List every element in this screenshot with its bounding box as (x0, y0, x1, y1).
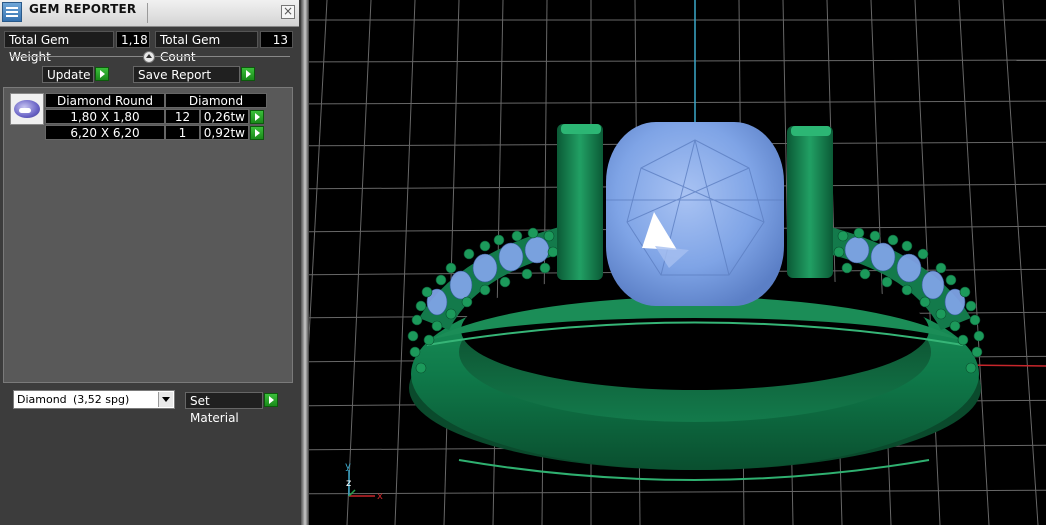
gem-shape-header: Diamond Round (45, 93, 165, 108)
total-gem-weight-value: 1,18 (116, 31, 150, 48)
gem-row-play-arrow-icon[interactable] (250, 110, 264, 124)
title-bar: GEM REPORTER × (0, 0, 299, 27)
gem-row-size: 6,20 X 6,20 (45, 125, 165, 140)
axis-gizmo: y z x (345, 461, 383, 502)
set-material-button[interactable]: Set Material (185, 392, 263, 425)
title-separator (147, 3, 148, 23)
gem-row-weight: 0,92tw (200, 125, 249, 140)
material-select[interactable]: Diamond (3,52 spg) (13, 390, 175, 409)
close-icon[interactable]: × (281, 5, 295, 19)
gem-material-header: Diamond (165, 93, 267, 108)
save-report-play-arrow-icon[interactable] (241, 67, 255, 81)
gem-row-count: 1 (165, 125, 200, 140)
panel-splitter[interactable] (301, 0, 309, 525)
total-gem-weight-label: Total Gem Weight (4, 31, 114, 64)
set-material-play-arrow-icon[interactable] (264, 393, 278, 407)
material-select-density: (3,52 spg) (73, 393, 130, 406)
total-gem-count-value: 13 (260, 31, 293, 48)
ring-model[interactable] (407, 122, 985, 481)
viewport-canvas: y z x (309, 0, 1046, 525)
axis-z-label: z (346, 478, 351, 489)
material-select-name: Diamond (17, 393, 67, 406)
update-button[interactable]: Update (42, 66, 94, 83)
gem-reporter-app-icon (2, 2, 22, 22)
center-diamond (606, 122, 784, 306)
3d-viewport[interactable]: y z x (309, 0, 1046, 525)
gem-row-weight: 0,26tw (200, 109, 249, 124)
chevron-down-icon[interactable] (158, 392, 173, 407)
save-report-button[interactable]: Save Report (133, 66, 240, 83)
total-gem-count-label: Total Gem Count (155, 31, 258, 64)
collapse-arrow-icon[interactable] (143, 51, 155, 63)
axis-y-label: y (345, 461, 351, 472)
gem-row-size: 1,80 X 1,80 (45, 109, 165, 124)
update-play-arrow-icon[interactable] (95, 67, 109, 81)
round-diamond-icon[interactable] (10, 93, 44, 125)
gem-row-play-arrow-icon[interactable] (250, 126, 264, 140)
gem-row-count: 12 (165, 109, 200, 124)
window-title: GEM REPORTER (29, 2, 137, 16)
gem-reporter-panel: GEM REPORTER × Total Gem Weight 1,18 Tot… (0, 0, 301, 525)
axis-x-label: x (377, 491, 383, 502)
